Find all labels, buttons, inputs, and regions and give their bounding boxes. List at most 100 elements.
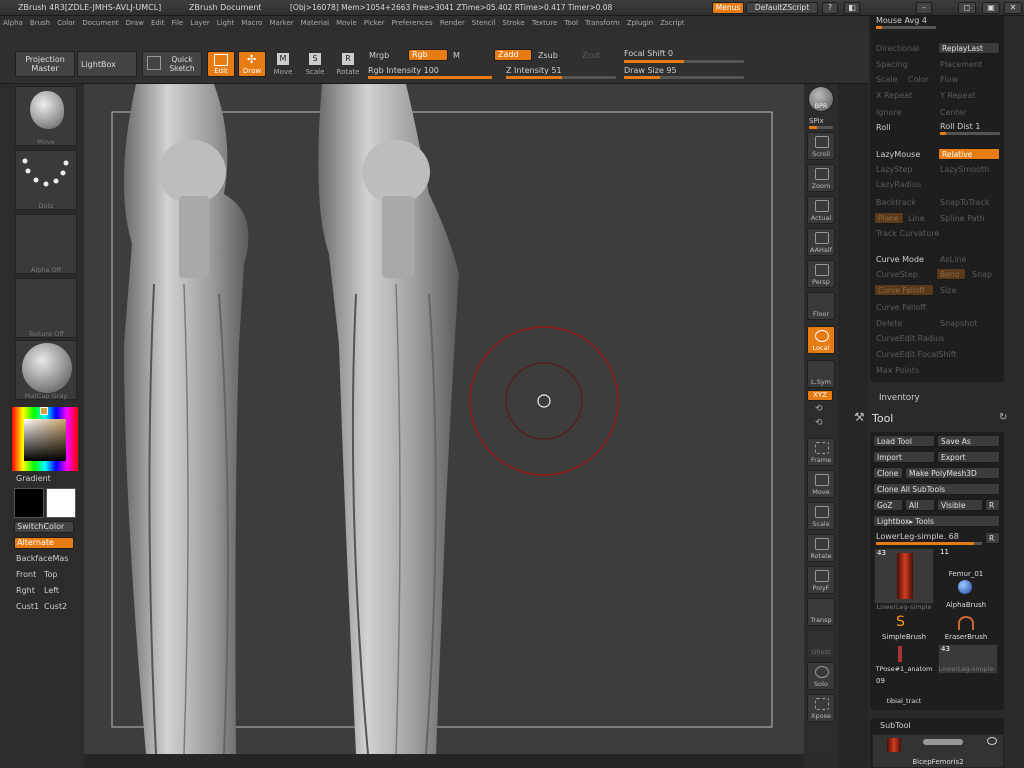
zcut-toggle[interactable]: Zcut [582, 51, 600, 60]
secondary-color-swatch[interactable] [14, 488, 44, 518]
replaylast-button[interactable]: ReplayLast [938, 42, 1000, 54]
curve-falloff-button[interactable]: Curve Falloff [874, 284, 934, 296]
layout-icon[interactable]: ◧ [844, 2, 860, 14]
menu-item[interactable]: Edit [148, 16, 169, 27]
solo-button[interactable]: Solo [807, 662, 835, 690]
menu-item[interactable]: Marker [266, 16, 297, 27]
asline-toggle[interactable]: AsLine [940, 255, 966, 264]
menu-item[interactable]: Tool [561, 16, 582, 27]
zoom-button[interactable]: Zoom [807, 164, 835, 192]
front-view-button[interactable]: Front [16, 570, 36, 579]
spix-slider[interactable] [809, 126, 833, 129]
ghost-button[interactable]: Ghost [807, 630, 835, 658]
spline-path-toggle[interactable]: Spline Path [940, 214, 985, 223]
polyf-button[interactable]: PolyF [807, 566, 835, 594]
goz-button[interactable]: GoZ [873, 499, 903, 511]
center-toggle[interactable]: Center [940, 108, 967, 117]
material-selector[interactable]: MatCap Gray [15, 340, 77, 400]
bend-toggle[interactable]: Bend [936, 268, 966, 280]
roll-dist-track[interactable] [940, 132, 1000, 135]
custom2-view-button[interactable]: Cust2 [44, 602, 67, 611]
curve-falloff-header[interactable]: Curve Falloff [876, 303, 926, 312]
lazyradius-slider[interactable]: LazyRadius [876, 180, 921, 189]
menu-item[interactable]: Zscript [657, 16, 688, 27]
backtrack-toggle[interactable]: Backtrack [876, 198, 916, 207]
lazystep-slider[interactable]: LazyStep [876, 165, 913, 174]
actual-button[interactable]: Actual [807, 196, 835, 224]
menu-item[interactable]: Material [298, 16, 333, 27]
rgb-toggle[interactable]: Rgb [408, 49, 448, 61]
draw-button[interactable]: ✣ Draw [238, 51, 266, 77]
track-curvature-slider[interactable]: Track Curvature [876, 229, 939, 238]
tpose-thumb-icon[interactable] [898, 646, 902, 662]
delete-button[interactable]: Delete [876, 319, 902, 328]
top-view-button[interactable]: Top [44, 570, 58, 579]
ignore-toggle[interactable]: Ignore [876, 108, 901, 117]
clone-all-subtools-button[interactable]: Clone All SubTools [873, 483, 1000, 495]
menu-item[interactable]: Transform [582, 16, 624, 27]
draw-size-slider[interactable] [624, 76, 744, 79]
placement-slider[interactable]: Placement [940, 60, 982, 69]
floor-button[interactable]: Floor [807, 292, 835, 320]
brush-selector[interactable]: Move [15, 86, 77, 146]
scale-view-button[interactable]: Scale [807, 502, 835, 530]
y-repeat-slider[interactable]: Y Repeat [940, 91, 976, 100]
restore-icon[interactable]: ◻ [958, 2, 976, 14]
menu-item[interactable]: Movie [333, 16, 361, 27]
projection-master-button[interactable]: Projection Master [15, 51, 75, 77]
persp-button[interactable]: Persp [807, 260, 835, 288]
flow-slider[interactable]: Flow [940, 75, 958, 84]
menus-button[interactable]: Menus [712, 2, 744, 14]
subtool-visibility-icon[interactable] [923, 739, 963, 745]
import-button[interactable]: Import [873, 451, 935, 463]
color-slider[interactable]: Color [908, 75, 929, 84]
custom1-view-button[interactable]: Cust1 [16, 602, 39, 611]
clone-button[interactable]: Clone [873, 467, 903, 479]
menu-item[interactable]: Layer [187, 16, 214, 27]
bottom-tray-handle[interactable] [84, 754, 804, 768]
menu-item[interactable]: Stroke [499, 16, 528, 27]
tool-thumb-lowerleg[interactable]: 43 [874, 548, 934, 604]
x-repeat-slider[interactable]: X Repeat [876, 91, 912, 100]
m-toggle[interactable]: M [453, 51, 460, 60]
z-intensity-slider[interactable] [506, 76, 616, 79]
menu-item[interactable]: Picker [361, 16, 389, 27]
color-square[interactable] [24, 419, 66, 461]
goz-r-button[interactable]: R [985, 499, 1000, 511]
refresh-icon[interactable]: ↻ [999, 412, 1007, 423]
menu-item[interactable]: Render [437, 16, 469, 27]
snaptotrack-toggle[interactable]: SnapToTrack [940, 198, 989, 207]
main-color-swatch[interactable] [46, 488, 76, 518]
xpose-button[interactable]: Xpose [807, 694, 835, 722]
lazymouse-toggle[interactable]: LazyMouse [876, 150, 920, 159]
local-button[interactable]: Local [807, 326, 835, 354]
zadd-toggle[interactable]: Zadd [494, 49, 532, 61]
menu-item[interactable]: Stencil [469, 16, 500, 27]
bpr-render-button[interactable]: BPR [808, 86, 834, 112]
stroke-selector[interactable]: Dots [15, 150, 77, 210]
zsub-toggle[interactable]: Zsub [538, 51, 558, 60]
scale-slider[interactable]: Scale [876, 75, 898, 84]
max-points-slider[interactable]: Max Points [876, 366, 919, 375]
maximize-icon[interactable]: ▣ [982, 2, 1000, 14]
move-button[interactable]: M Move [270, 51, 296, 77]
help-icon[interactable]: ? [822, 2, 838, 14]
xyz-button[interactable]: XYZ [807, 390, 833, 401]
simplebrush-icon[interactable]: S [896, 614, 905, 630]
make-polymesh-button[interactable]: Make PolyMesh3D [905, 467, 1000, 479]
menu-item[interactable]: Color [54, 16, 79, 27]
texture-selector[interactable]: Texture Off [15, 278, 77, 338]
menu-item[interactable]: Alpha [0, 16, 27, 27]
eraserbrush-icon[interactable] [958, 616, 974, 630]
snapshot-button[interactable]: Snapshot [940, 319, 977, 328]
spacing-slider[interactable]: Spacing [876, 60, 908, 69]
subtool-item[interactable]: BicepFemoris2 [872, 734, 1004, 768]
plane-toggle[interactable]: Plane [874, 212, 904, 224]
load-tool-button[interactable]: Load Tool [873, 435, 935, 447]
gradient-label[interactable]: Gradient [16, 474, 51, 483]
curve-mode-toggle[interactable]: Curve Mode [876, 255, 924, 264]
lsym-button[interactable]: L.Sym [807, 360, 835, 388]
curvestep-slider[interactable]: CurveStep [876, 270, 918, 279]
relative-toggle[interactable]: Relative [938, 148, 1000, 160]
menu-item[interactable]: Texture [529, 16, 562, 27]
